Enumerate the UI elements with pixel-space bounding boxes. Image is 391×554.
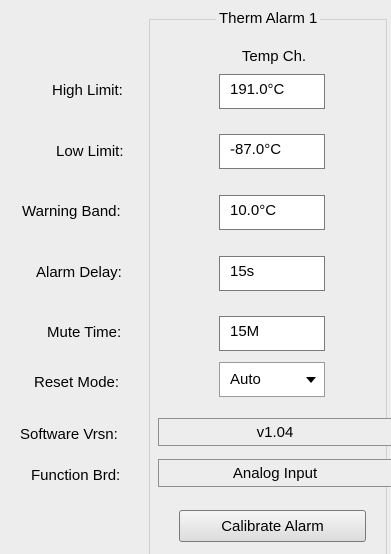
- high-limit-input[interactable]: 191.0°C: [219, 74, 325, 109]
- mute-time-input[interactable]: 15M: [219, 316, 325, 351]
- reset-mode-select[interactable]: Auto: [219, 362, 325, 397]
- reset-mode-value: Auto: [230, 371, 261, 388]
- calibrate-alarm-button[interactable]: Calibrate Alarm: [179, 510, 366, 542]
- warning-band-input[interactable]: 10.0°C: [219, 195, 325, 230]
- alarm-delay-label: Alarm Delay:: [36, 264, 122, 281]
- mute-time-label: Mute Time:: [47, 324, 122, 341]
- software-version-label: Software Vrsn:: [20, 426, 118, 443]
- reset-mode-label: Reset Mode:: [34, 374, 120, 391]
- warning-band-label: Warning Band:: [22, 203, 121, 220]
- function-board-label: Function Brd:: [31, 467, 121, 484]
- chevron-down-icon[interactable]: [306, 377, 316, 383]
- alarm-delay-input[interactable]: 15s: [219, 256, 325, 291]
- low-limit-label: Low Limit:: [56, 143, 124, 160]
- software-version-field: v1.04: [158, 418, 391, 446]
- column-header: Temp Ch.: [241, 48, 307, 65]
- low-limit-input[interactable]: -87.0°C: [219, 134, 325, 169]
- high-limit-label: High Limit:: [52, 82, 123, 99]
- group-title: Therm Alarm 1: [216, 10, 321, 27]
- function-board-field: Analog Input: [158, 459, 391, 487]
